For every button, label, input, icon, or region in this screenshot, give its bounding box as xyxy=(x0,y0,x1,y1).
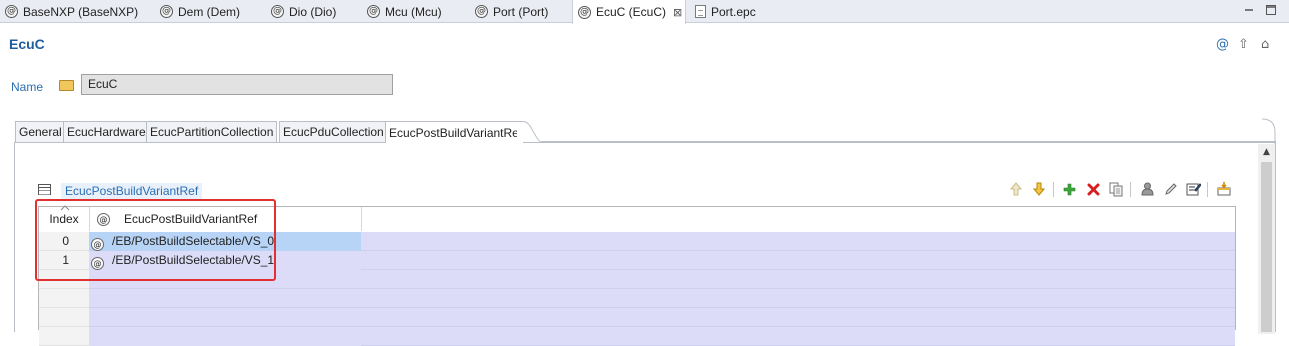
reference-cell xyxy=(89,327,361,346)
row-index-cell xyxy=(39,327,89,346)
module-icon: @ xyxy=(5,5,18,18)
tab-divider xyxy=(541,141,1276,142)
tab-ecucpducollection[interactable]: EcucPduCollection xyxy=(279,121,388,142)
minimize-icon[interactable] xyxy=(1243,4,1255,16)
scrollbar-thumb[interactable] xyxy=(1261,162,1272,332)
reference-cell xyxy=(89,308,361,327)
row-index-cell xyxy=(39,308,89,327)
tab-ecuchardware[interactable]: EcucHardware xyxy=(63,121,150,142)
editor-tab-dio[interactable]: @ Dio (Dio) xyxy=(266,0,336,23)
editor-tab-label: Dio (Dio) xyxy=(289,4,337,19)
toolbar-separator xyxy=(1207,182,1208,197)
panel-corner xyxy=(1262,118,1276,144)
document-icon xyxy=(695,5,706,18)
reference-cell xyxy=(89,289,361,308)
tab-ecucpartitioncollection[interactable]: EcucPartitionCollection xyxy=(146,121,278,142)
page-title: EcuC xyxy=(9,36,45,52)
tab-label: EcucPostBuildVariantRef xyxy=(389,125,523,140)
module-icon: @ xyxy=(160,5,173,18)
module-icon: @ xyxy=(367,5,380,18)
move-up-icon[interactable] xyxy=(1008,180,1024,198)
tab-label: EcucHardware xyxy=(67,125,146,139)
row-fill xyxy=(361,251,1235,270)
editor-tab-basenxp[interactable]: @ BaseNXP (BaseNXP) xyxy=(0,0,138,23)
row-fill xyxy=(361,289,1235,308)
highlight-annotation xyxy=(35,199,276,281)
tab-general[interactable]: General xyxy=(15,121,66,142)
home-icon[interactable]: ⌂ xyxy=(1261,37,1269,52)
editor-tab-port-epc[interactable]: Port.epc xyxy=(690,0,756,23)
scroll-up-icon[interactable]: ▲ xyxy=(1258,144,1275,160)
editor-tab-ecuc[interactable]: @ EcuC (EcuC) ⊠ xyxy=(572,0,686,24)
editor-tab-label: Port (Port) xyxy=(493,4,549,19)
module-icon: @ xyxy=(578,5,591,19)
tab-edge xyxy=(517,121,541,143)
table-icon xyxy=(38,184,51,195)
insert-icon[interactable] xyxy=(1216,180,1232,198)
at-icon[interactable]: @ xyxy=(1216,37,1229,52)
edit-all-icon[interactable] xyxy=(1185,180,1201,198)
tab-label: EcucPduCollection xyxy=(283,125,384,139)
editor-tab-label: BaseNXP (BaseNXP) xyxy=(23,4,139,19)
move-down-icon[interactable] xyxy=(1031,180,1047,198)
add-icon[interactable] xyxy=(1061,180,1077,198)
editor-tab-label: Mcu (Mcu) xyxy=(385,4,442,19)
user-icon[interactable] xyxy=(1139,180,1155,198)
row-fill xyxy=(361,270,1235,289)
module-icon: @ xyxy=(475,5,488,18)
copy-icon[interactable] xyxy=(1108,180,1124,198)
toolbar-separator xyxy=(1130,182,1131,197)
tab-label: General xyxy=(19,125,62,139)
row-index-cell xyxy=(39,289,89,308)
tab-ecucpostbuildvariantref[interactable]: EcucPostBuildVariantRef xyxy=(385,121,522,143)
editor-tab-port[interactable]: @ Port (Port) xyxy=(470,0,548,23)
editor-tab-label: Port.epc xyxy=(711,4,756,19)
empty-table-row xyxy=(39,289,1235,308)
editor-tab-label: EcuC (EcuC) xyxy=(596,5,667,19)
name-label: Name xyxy=(11,80,44,94)
toolbar-separator xyxy=(1053,182,1054,197)
editor-tab-label: Dem (Dem) xyxy=(178,4,240,19)
module-icon: @ xyxy=(271,5,284,18)
empty-table-row xyxy=(39,327,1235,346)
row-fill xyxy=(361,308,1235,327)
edit-icon[interactable] xyxy=(1162,180,1178,198)
tab-label: EcucPartitionCollection xyxy=(150,125,274,139)
column-divider xyxy=(361,207,362,231)
editor-tab-mcu[interactable]: @ Mcu (Mcu) xyxy=(362,0,442,23)
row-fill xyxy=(361,327,1235,346)
name-field[interactable]: EcuC xyxy=(81,74,393,95)
editor-tab-bar: @ BaseNXP (BaseNXP) @ Dem (Dem) @ Dio (D… xyxy=(0,0,1289,24)
maximize-icon[interactable] xyxy=(1265,4,1277,16)
delete-icon[interactable] xyxy=(1085,180,1101,198)
section-title[interactable]: EcucPostBuildVariantRef xyxy=(61,183,203,199)
empty-table-row xyxy=(39,308,1235,327)
navigate-up-icon[interactable]: ⇧ xyxy=(1238,37,1249,52)
close-tab-icon[interactable]: ⊠ xyxy=(673,6,682,19)
editor-tab-dem[interactable]: @ Dem (Dem) xyxy=(155,0,240,23)
row-fill xyxy=(361,232,1235,251)
folder-icon xyxy=(59,80,74,91)
